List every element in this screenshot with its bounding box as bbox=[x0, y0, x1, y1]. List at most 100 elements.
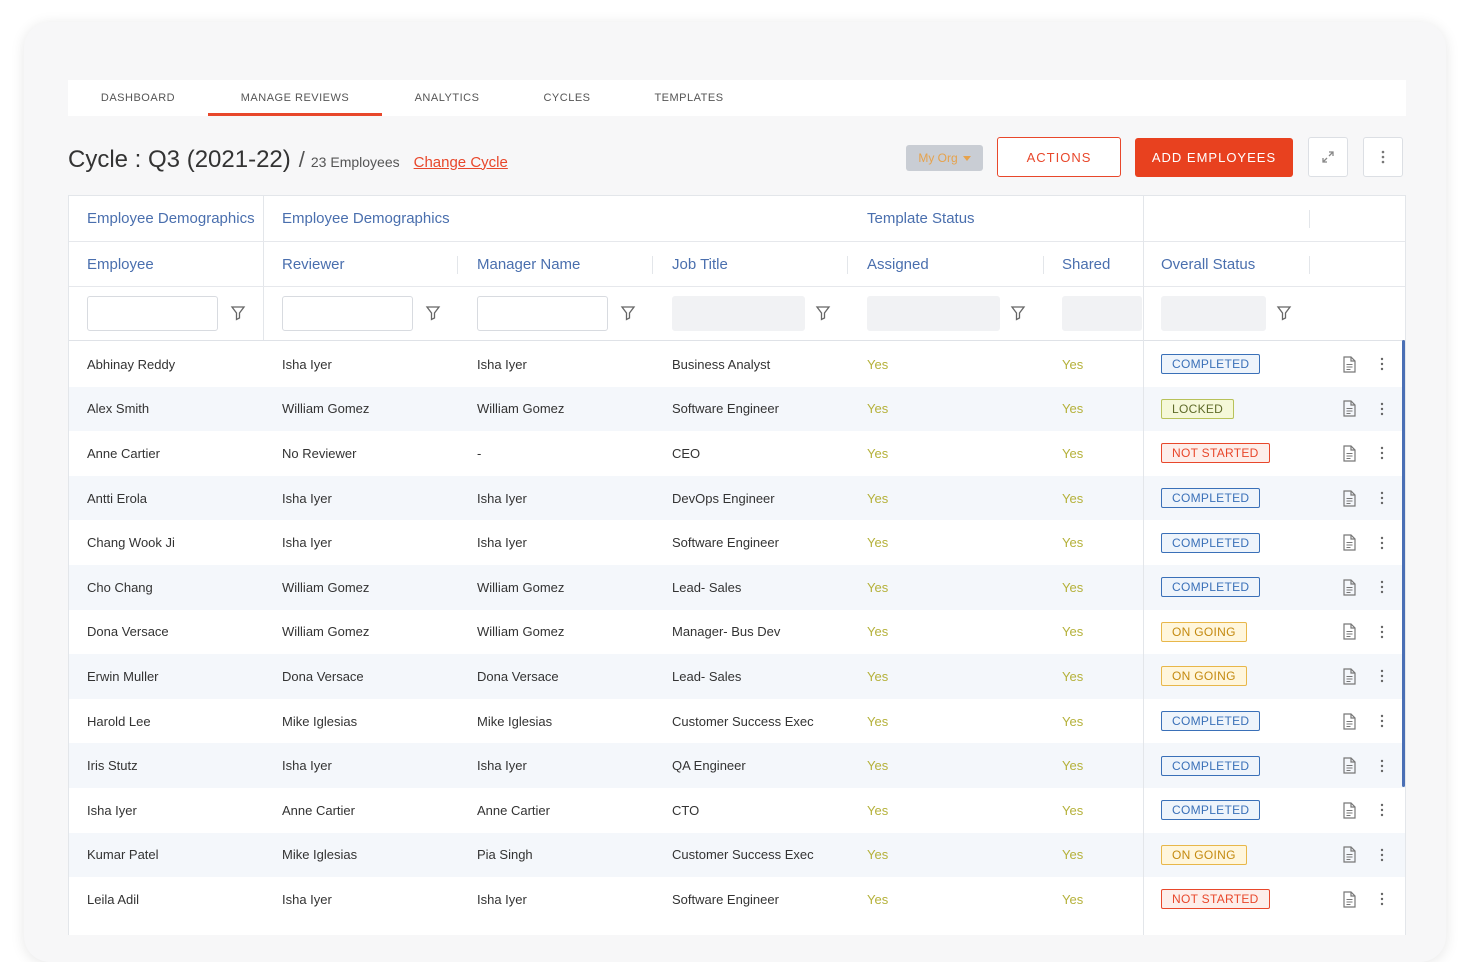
filter-shared-input[interactable] bbox=[1062, 296, 1142, 331]
cell-shared: Yes bbox=[1062, 758, 1084, 774]
cell-job-title: Software Engineer bbox=[672, 535, 779, 551]
document-icon[interactable] bbox=[1342, 743, 1357, 788]
table-row[interactable]: Anne Cartier No Reviewer - CEO Yes Yes NOT STA… bbox=[69, 431, 1405, 476]
group-header-demographics: Employee Demographics bbox=[282, 210, 450, 227]
status-badge: ON GOING bbox=[1161, 666, 1247, 687]
tab-templates[interactable]: TEMPLATES bbox=[622, 80, 756, 116]
table-row[interactable]: Erwin Muller Dona Versace Dona Versace Lead… bbox=[69, 654, 1405, 699]
col-reviewer[interactable]: Reviewer bbox=[282, 242, 345, 286]
document-icon[interactable] bbox=[1342, 788, 1357, 833]
tab-cycles[interactable]: CYCLES bbox=[512, 80, 622, 116]
row-more-icon[interactable] bbox=[1380, 788, 1384, 833]
cell-shared: Yes bbox=[1062, 891, 1084, 907]
table-row[interactable]: Kumar Patel Mike Iglesias Pia Singh Custome… bbox=[69, 832, 1405, 878]
table-row[interactable]: Dona Versace William Gomez William Gomez Ma… bbox=[69, 610, 1405, 655]
cell-assigned: Yes bbox=[867, 758, 889, 774]
cell-reviewer: Isha Iyer bbox=[282, 758, 332, 774]
more-options-button[interactable] bbox=[1363, 137, 1403, 177]
row-more-icon[interactable] bbox=[1380, 431, 1384, 476]
table-scrollbar[interactable] bbox=[1402, 340, 1405, 787]
status-badge: COMPLETED bbox=[1161, 488, 1261, 509]
document-icon[interactable] bbox=[1342, 387, 1357, 432]
document-icon[interactable] bbox=[1342, 476, 1357, 521]
org-filter-dropdown[interactable]: My Org bbox=[906, 145, 983, 171]
cell-shared: Yes bbox=[1062, 802, 1084, 818]
tab-manage-reviews[interactable]: MANAGE REVIEWS bbox=[208, 80, 382, 116]
cell-shared: Yes bbox=[1062, 624, 1084, 640]
cell-manager-name: William Gomez bbox=[477, 624, 565, 640]
status-badge: COMPLETED bbox=[1161, 532, 1261, 553]
cell-job-title: QA Engineer bbox=[672, 758, 746, 774]
filter-assigned-input[interactable] bbox=[867, 296, 1000, 331]
filter-employee-input[interactable] bbox=[87, 296, 218, 331]
document-icon[interactable] bbox=[1342, 654, 1357, 699]
change-cycle-link[interactable]: Change Cycle bbox=[414, 154, 508, 171]
cell-overall-status: ON GOING bbox=[1161, 610, 1247, 655]
document-icon[interactable] bbox=[1342, 342, 1357, 387]
table-row[interactable]: Chang Wook Ji Isha Iyer Isha Iyer Software … bbox=[69, 520, 1405, 565]
cell-shared: Yes bbox=[1062, 713, 1084, 729]
expand-button[interactable] bbox=[1308, 137, 1348, 177]
row-more-icon[interactable] bbox=[1380, 565, 1384, 610]
filter-manager-input[interactable] bbox=[477, 296, 608, 331]
document-icon[interactable] bbox=[1342, 833, 1357, 878]
cell-employee: Harold Lee bbox=[87, 713, 151, 729]
col-job-title[interactable]: Job Title bbox=[672, 242, 728, 286]
table-row[interactable]: Leila Adil Isha Iyer Isha Iyer Software Eng… bbox=[69, 877, 1405, 922]
row-more-icon[interactable] bbox=[1380, 387, 1384, 432]
row-more-icon[interactable] bbox=[1380, 342, 1384, 387]
table-row[interactable]: Iris Stutz Isha Iyer Isha Iyer QA Engineer Y… bbox=[69, 743, 1405, 788]
document-icon[interactable] bbox=[1342, 877, 1357, 922]
cell-manager-name: William Gomez bbox=[477, 401, 565, 417]
table-row[interactable]: Alex Smith William Gomez William Gomez Soft… bbox=[69, 386, 1405, 432]
filter-icon[interactable] bbox=[1010, 305, 1026, 321]
group-header-row: Employee Demographics Employee Demograph… bbox=[69, 196, 1405, 242]
row-more-icon[interactable] bbox=[1380, 877, 1384, 922]
cell-manager-name: Isha Iyer bbox=[477, 891, 527, 907]
cell-job-title: CEO bbox=[672, 445, 701, 461]
filter-icon[interactable] bbox=[1276, 305, 1292, 321]
col-overall-status[interactable]: Overall Status bbox=[1161, 242, 1255, 286]
col-manager-name[interactable]: Manager Name bbox=[477, 242, 580, 286]
document-icon[interactable] bbox=[1342, 610, 1357, 655]
row-more-icon[interactable] bbox=[1380, 743, 1384, 788]
document-icon[interactable] bbox=[1342, 431, 1357, 476]
col-shared[interactable]: Shared bbox=[1062, 242, 1110, 286]
table-row[interactable]: Antti Erola Isha Iyer Isha Iyer DevOps Engi… bbox=[69, 475, 1405, 521]
table-row[interactable]: Cho Chang William Gomez William Gomez Lead-… bbox=[69, 564, 1405, 610]
row-more-icon[interactable] bbox=[1380, 699, 1384, 744]
document-icon[interactable] bbox=[1342, 699, 1357, 744]
page-title: Cycle : Q3 (2021-22) bbox=[68, 146, 291, 173]
table-row[interactable]: Harold Lee Mike Iglesias Mike Iglesias Cust… bbox=[69, 699, 1405, 744]
filter-reviewer-input[interactable] bbox=[282, 296, 413, 331]
row-more-icon[interactable] bbox=[1380, 654, 1384, 699]
row-more-icon[interactable] bbox=[1380, 476, 1384, 521]
employee-count: 23 Employees bbox=[310, 154, 400, 170]
table-row[interactable]: Isha Iyer Anne Cartier Anne Cartier CTO Yes Y… bbox=[69, 788, 1405, 833]
add-employees-button[interactable]: ADD EMPLOYEES bbox=[1135, 138, 1293, 177]
column-divider bbox=[1309, 210, 1310, 228]
document-icon[interactable] bbox=[1342, 565, 1357, 610]
row-more-icon[interactable] bbox=[1380, 610, 1384, 655]
cell-reviewer: William Gomez bbox=[282, 579, 370, 595]
cell-overall-status: LOCKED bbox=[1161, 387, 1235, 432]
table-row[interactable]: Abhinay Reddy Isha Iyer Isha Iyer Business … bbox=[69, 342, 1405, 387]
col-assigned[interactable]: Assigned bbox=[867, 242, 929, 286]
tab-dashboard[interactable]: DASHBOARD bbox=[68, 80, 208, 116]
row-more-icon[interactable] bbox=[1380, 520, 1384, 565]
filter-status-input[interactable] bbox=[1161, 296, 1266, 331]
filter-icon[interactable] bbox=[230, 305, 246, 321]
col-employee[interactable]: Employee bbox=[87, 242, 154, 286]
expand-icon bbox=[1322, 151, 1334, 163]
actions-button[interactable]: ACTIONS bbox=[997, 137, 1121, 177]
row-more-icon[interactable] bbox=[1380, 833, 1384, 878]
document-icon[interactable] bbox=[1342, 520, 1357, 565]
cell-reviewer: William Gomez bbox=[282, 624, 370, 640]
filter-job-title-input[interactable] bbox=[672, 296, 805, 331]
cell-employee: Cho Chang bbox=[87, 579, 153, 595]
tab-analytics[interactable]: ANALYTICS bbox=[382, 80, 512, 116]
filter-icon[interactable] bbox=[425, 305, 441, 321]
filter-icon[interactable] bbox=[620, 305, 636, 321]
vertical-dots-icon bbox=[1381, 150, 1385, 164]
filter-icon[interactable] bbox=[815, 305, 831, 321]
